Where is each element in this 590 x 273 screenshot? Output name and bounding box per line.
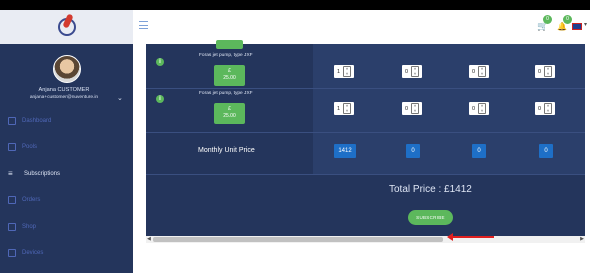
horizontal-scrollbar[interactable]: ◀ ▶ [146,236,585,243]
up-down-arrows-icon[interactable]: ˄ ˅ [544,103,552,114]
row-divider [146,174,585,175]
notification-count-badge: 0 [563,15,572,24]
total-price: Total Price : £1412 [389,184,472,195]
quantity-stepper[interactable]: 0 ˄ ˅ [402,65,422,78]
subscription-table: i Foras jet pump, type JXF £ 25.00 1 ˄ ˅ … [146,40,585,236]
price-badge-partial [216,40,243,49]
sidebar-item-pools[interactable]: Pools [8,140,37,154]
pool-icon [8,143,16,151]
quantity-value: 0 [537,68,542,75]
info-icon[interactable]: i [156,95,164,103]
header: 🛒 0 🔔 0 ▾ [133,10,590,44]
price-currency: £ [228,106,231,112]
grid-icon [8,117,16,125]
quantity-stepper[interactable]: 0 ˄ ˅ [469,102,489,115]
scroll-right-icon[interactable]: ▶ [580,236,584,243]
product-name: Foras jet pump, type JXF [199,53,253,58]
subscribe-button[interactable]: SUBSCRIBE [408,210,453,225]
monthly-unit-price-label: Monthly Unit Price [198,147,255,154]
shop-icon [8,223,16,231]
sidebar-item-label: Subscriptions [24,171,61,177]
chevron-down-icon[interactable]: ⌄ [117,94,123,102]
product-name: Foras jet pump, type JXF [199,91,253,96]
sidebar-item-orders[interactable]: Orders [8,193,40,207]
hamburger-menu-icon[interactable] [139,21,148,29]
quantity-value: 0 [471,68,476,75]
logo[interactable] [0,10,133,44]
avatar[interactable] [53,55,81,83]
sidebar-item-label: Devices [22,250,44,256]
up-down-arrows-icon[interactable]: ˄ ˅ [478,66,486,77]
up-down-arrows-icon[interactable]: ˄ ˅ [343,66,351,77]
quantity-value: 1 [336,105,341,112]
sidebar-item-label: Orders [22,197,41,203]
quantity-value: 0 [471,105,476,112]
price-currency: £ [228,68,231,74]
uk-flag-icon[interactable] [572,23,582,30]
monthly-unit-price-value: 0 [406,144,420,158]
orders-icon [8,196,16,204]
user-email: anjana+customer@nuventure.in [29,95,99,100]
quantity-value: 1 [336,68,341,75]
quantity-stepper[interactable]: 0 ˄ ˅ [535,65,555,78]
monthly-unit-price-value: 0 [472,144,486,158]
quantity-stepper[interactable]: 0 ˄ ˅ [402,102,422,115]
up-down-arrows-icon[interactable]: ˄ ˅ [411,103,419,114]
scroll-left-icon[interactable]: ◀ [147,236,151,243]
devices-icon [8,249,16,257]
up-down-arrows-icon[interactable]: ˄ ˅ [544,66,552,77]
quantity-stepper[interactable]: 1 ˄ ˅ [334,65,354,78]
red-arrow-icon [447,233,494,241]
logo-icon [53,13,81,40]
price-badge: £ 25.00 [214,103,245,124]
sidebar: Anjana CUSTOMER anjana+customer@nuventur… [0,10,133,273]
sidebar-item-label: Dashboard [22,118,52,124]
info-icon[interactable]: i [156,58,164,66]
sidebar-item-shop[interactable]: Shop [8,220,36,234]
quantity-value: 0 [537,105,542,112]
up-down-arrows-icon[interactable]: ˄ ˅ [478,103,486,114]
quantity-stepper[interactable]: 0 ˄ ˅ [469,65,489,78]
price-badge: £ 25.00 [214,65,245,86]
subscriptions-icon: ≡ [8,169,13,178]
price-value: 25.00 [223,113,236,119]
top-black-bar [0,0,590,10]
sidebar-item-label: Pools [22,144,38,150]
user-name: Anjana CUSTOMER [38,87,90,93]
sidebar-item-dashboard[interactable]: Dashboard [8,114,51,128]
price-value: 25.00 [223,75,236,81]
quantity-value: 0 [404,105,409,112]
scrollbar-thumb[interactable] [153,237,443,242]
sidebar-item-label: Shop [22,224,37,230]
monthly-unit-price-value: 1412 [334,144,356,158]
quantity-value: 0 [404,68,409,75]
row-divider [146,132,585,133]
chevron-down-icon[interactable]: ▾ [584,21,587,28]
up-down-arrows-icon[interactable]: ˄ ˅ [411,66,419,77]
sidebar-item-devices[interactable]: Devices [8,246,43,260]
quantity-stepper[interactable]: 0 ˄ ˅ [535,102,555,115]
monthly-unit-price-value: 0 [539,144,553,158]
sidebar-item-subscriptions[interactable]: ≡ Subscriptions [8,167,60,181]
row-divider [146,88,585,89]
up-down-arrows-icon[interactable]: ˄ ˅ [343,103,351,114]
cart-count-badge: 0 [543,15,552,24]
quantity-stepper[interactable]: 1 ˄ ˅ [334,102,354,115]
